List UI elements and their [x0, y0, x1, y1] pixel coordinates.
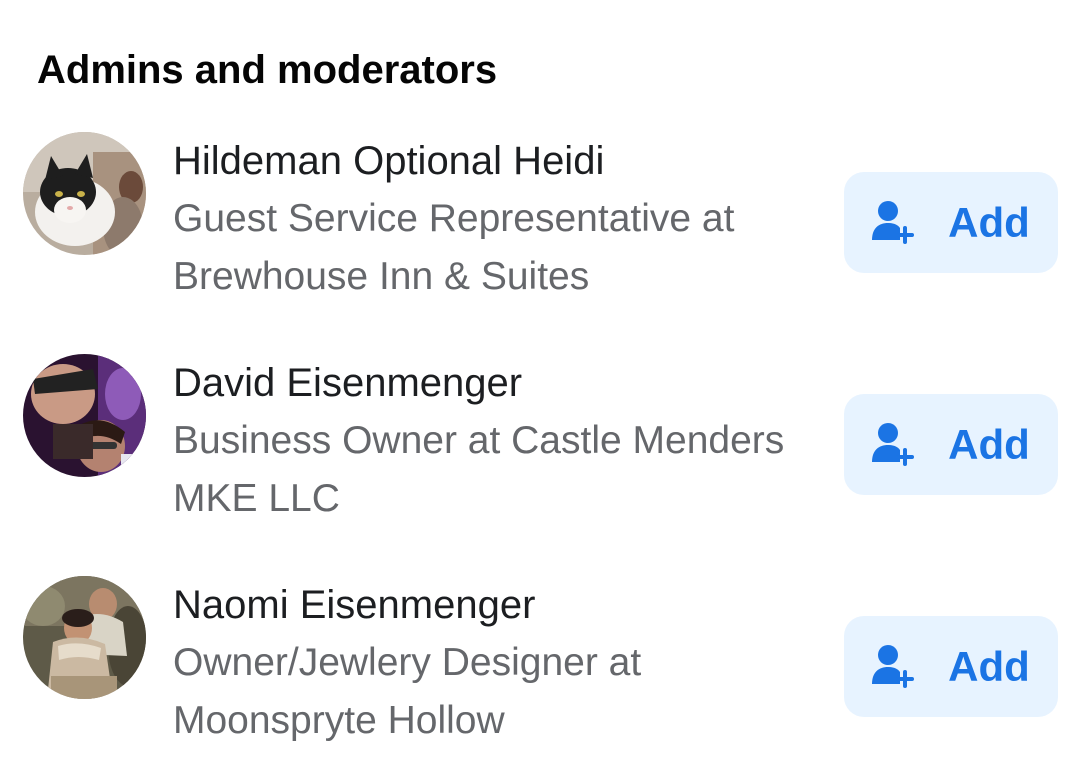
member-subtitle: Guest Service Representative at Brewhous…: [173, 197, 735, 298]
add-friend-icon: [872, 200, 918, 246]
avatar[interactable]: [23, 354, 146, 477]
add-button-label: Add: [948, 420, 1030, 468]
member-info: Hildeman Optional Heidi Guest Service Re…: [173, 132, 823, 306]
member-info: David Eisenmenger Business Owner at Cast…: [173, 354, 823, 528]
member-info: Naomi Eisenmenger Owner/Jewlery Designer…: [173, 576, 823, 750]
member-name[interactable]: Naomi Eisenmenger: [173, 576, 823, 634]
member-row: David Eisenmenger Business Owner at Cast…: [0, 354, 1080, 534]
member-subtitle: Business Owner at Castle Menders MKE LLC: [173, 419, 785, 520]
avatar[interactable]: [23, 132, 146, 255]
member-row: Naomi Eisenmenger Owner/Jewlery Designer…: [0, 576, 1080, 756]
member-name[interactable]: David Eisenmenger: [173, 354, 823, 412]
add-button-label: Add: [948, 198, 1030, 246]
section-title: Admins and moderators: [37, 48, 498, 92]
add-friend-icon: [872, 422, 918, 468]
add-friend-button[interactable]: Add: [844, 394, 1058, 495]
member-name[interactable]: Hildeman Optional Heidi: [173, 132, 823, 190]
add-friend-button[interactable]: Add: [844, 172, 1058, 273]
add-friend-icon: [872, 644, 918, 690]
member-row: Hildeman Optional Heidi Guest Service Re…: [0, 132, 1080, 312]
avatar[interactable]: [23, 576, 146, 699]
add-button-label: Add: [948, 642, 1030, 690]
member-subtitle: Owner/Jewlery Designer at Moonspryte Hol…: [173, 641, 642, 742]
add-friend-button[interactable]: Add: [844, 616, 1058, 717]
